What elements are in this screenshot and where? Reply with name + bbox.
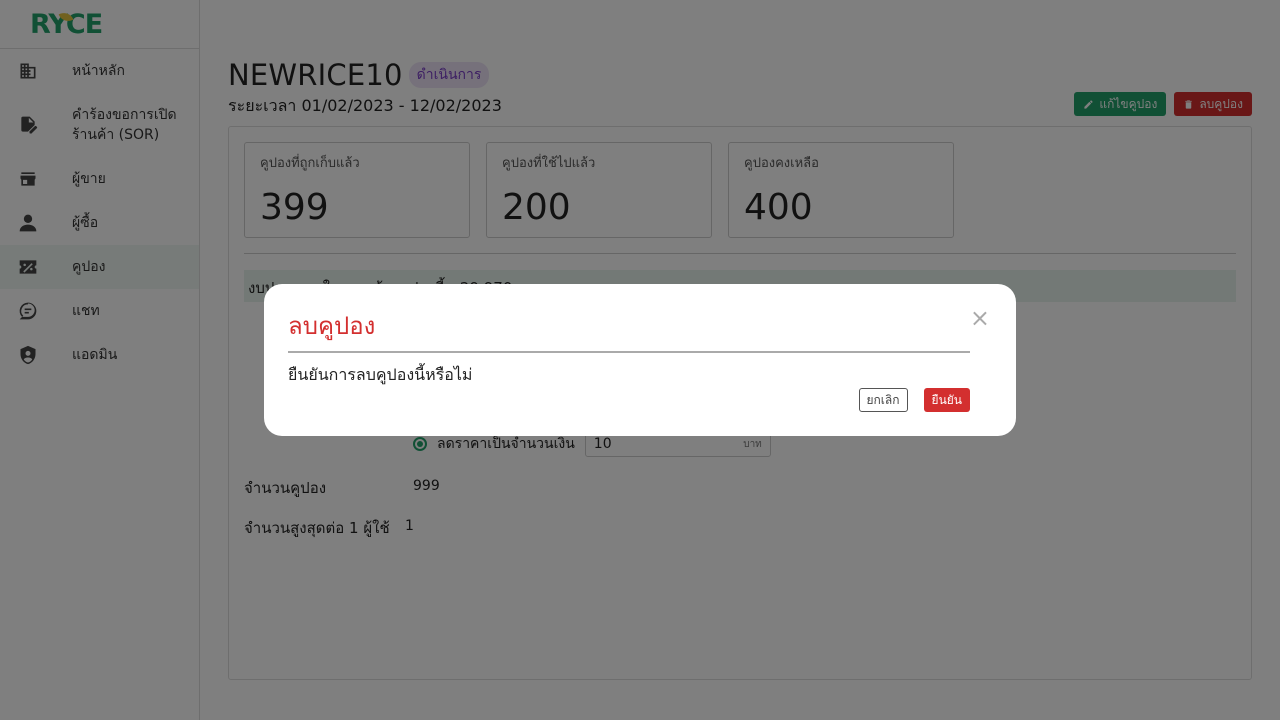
dialog-message: ยืนยันการลบคูปองนี้หรือไม่ xyxy=(288,365,473,384)
close-icon[interactable]: × xyxy=(970,306,990,330)
dialog-actions: ยกเลิก ยืนยัน xyxy=(858,388,970,412)
delete-coupon-dialog: ลบคูปอง × ยืนยันการลบคูปองนี้หรือไม่ ยกเ… xyxy=(264,284,1016,436)
dialog-title: ลบคูปอง xyxy=(288,306,970,353)
confirm-button[interactable]: ยืนยัน xyxy=(923,388,970,412)
cancel-button[interactable]: ยกเลิก xyxy=(858,388,908,412)
